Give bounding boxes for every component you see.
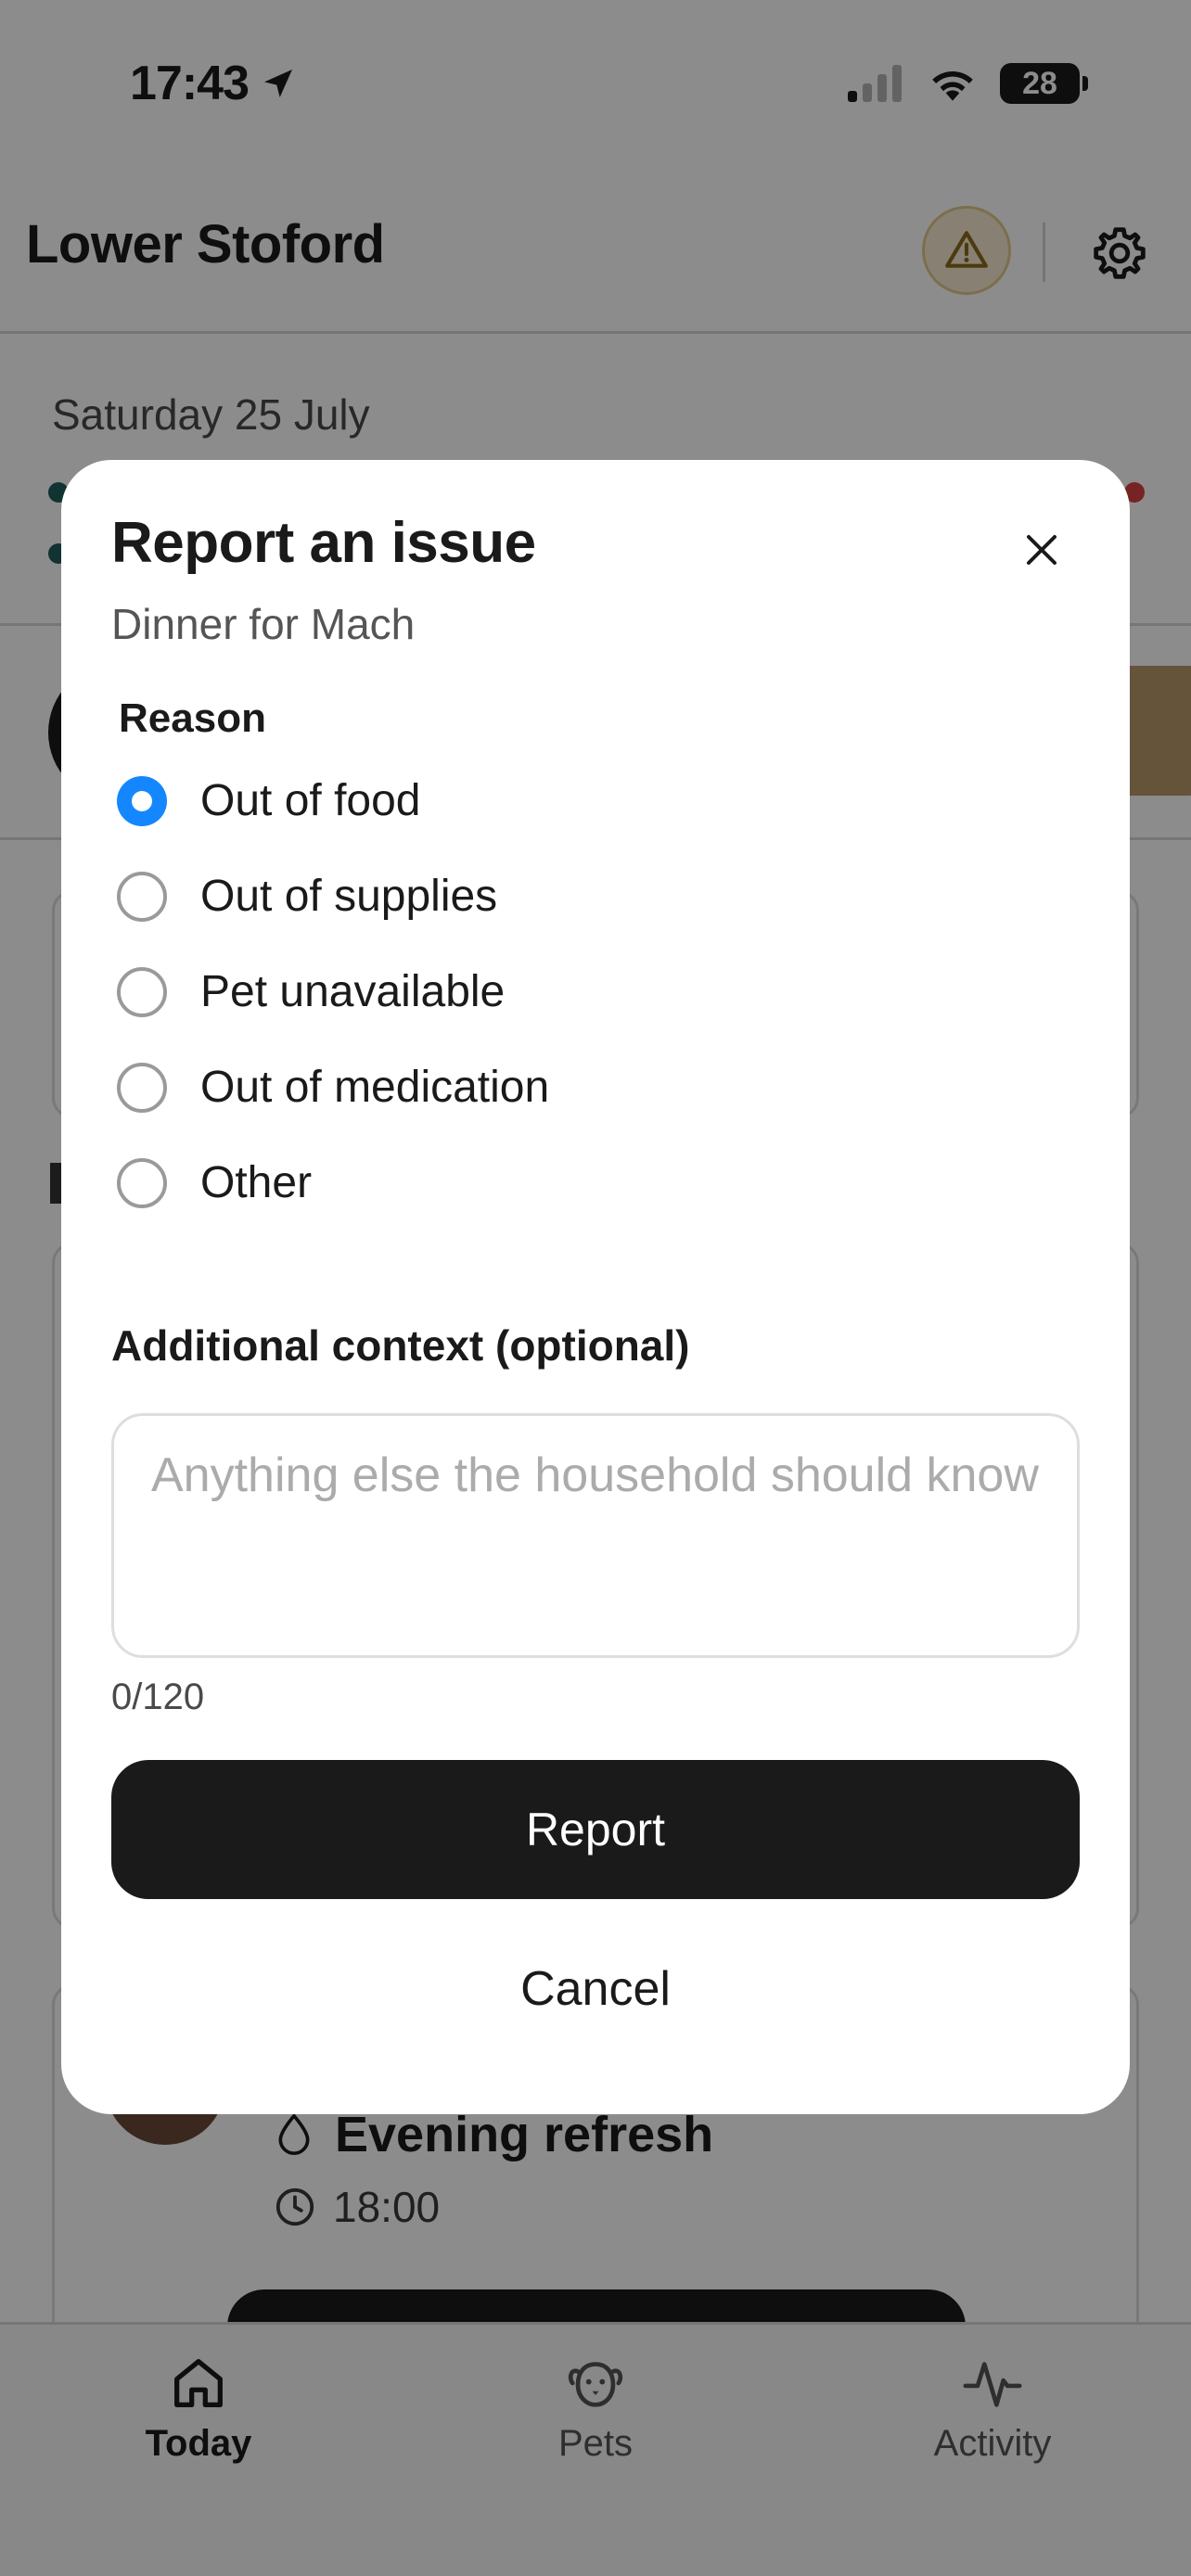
- radio-button[interactable]: [117, 1062, 167, 1113]
- radio-button-selected[interactable]: [117, 775, 167, 826]
- reason-option-label: Out of food: [200, 776, 421, 825]
- report-button[interactable]: Report: [111, 1760, 1080, 1899]
- reason-options: Out of food Out of supplies Pet unavaila…: [117, 753, 1044, 1231]
- close-icon: [1027, 535, 1057, 565]
- reason-option-out-of-medication[interactable]: Out of medication: [117, 1039, 1044, 1135]
- reason-option-label: Out of medication: [200, 1063, 550, 1112]
- context-input[interactable]: [111, 1413, 1080, 1658]
- radio-button[interactable]: [117, 966, 167, 1017]
- reason-option-label: Pet unavailable: [200, 967, 506, 1016]
- reason-label: Reason: [119, 695, 266, 741]
- reason-option-other[interactable]: Other: [117, 1135, 1044, 1231]
- reason-option-label: Other: [200, 1158, 313, 1207]
- radio-button[interactable]: [117, 1157, 167, 1208]
- dialog-subtitle: Dinner for Mach: [111, 600, 416, 648]
- dialog-title: Report an issue: [111, 511, 536, 575]
- cancel-button[interactable]: Cancel: [111, 1929, 1080, 2049]
- reason-option-pet-unavailable[interactable]: Pet unavailable: [117, 944, 1044, 1039]
- reason-option-out-of-food[interactable]: Out of food: [117, 753, 1044, 848]
- close-button[interactable]: [1007, 516, 1076, 584]
- report-issue-dialog: Report an issue Dinner for Mach Reason O…: [61, 460, 1130, 2114]
- context-label: Additional context (optional): [111, 1321, 690, 1370]
- radio-button[interactable]: [117, 871, 167, 922]
- reason-option-label: Out of supplies: [200, 872, 498, 921]
- reason-option-out-of-supplies[interactable]: Out of supplies: [117, 848, 1044, 944]
- char-counter: 0/120: [111, 1677, 205, 1717]
